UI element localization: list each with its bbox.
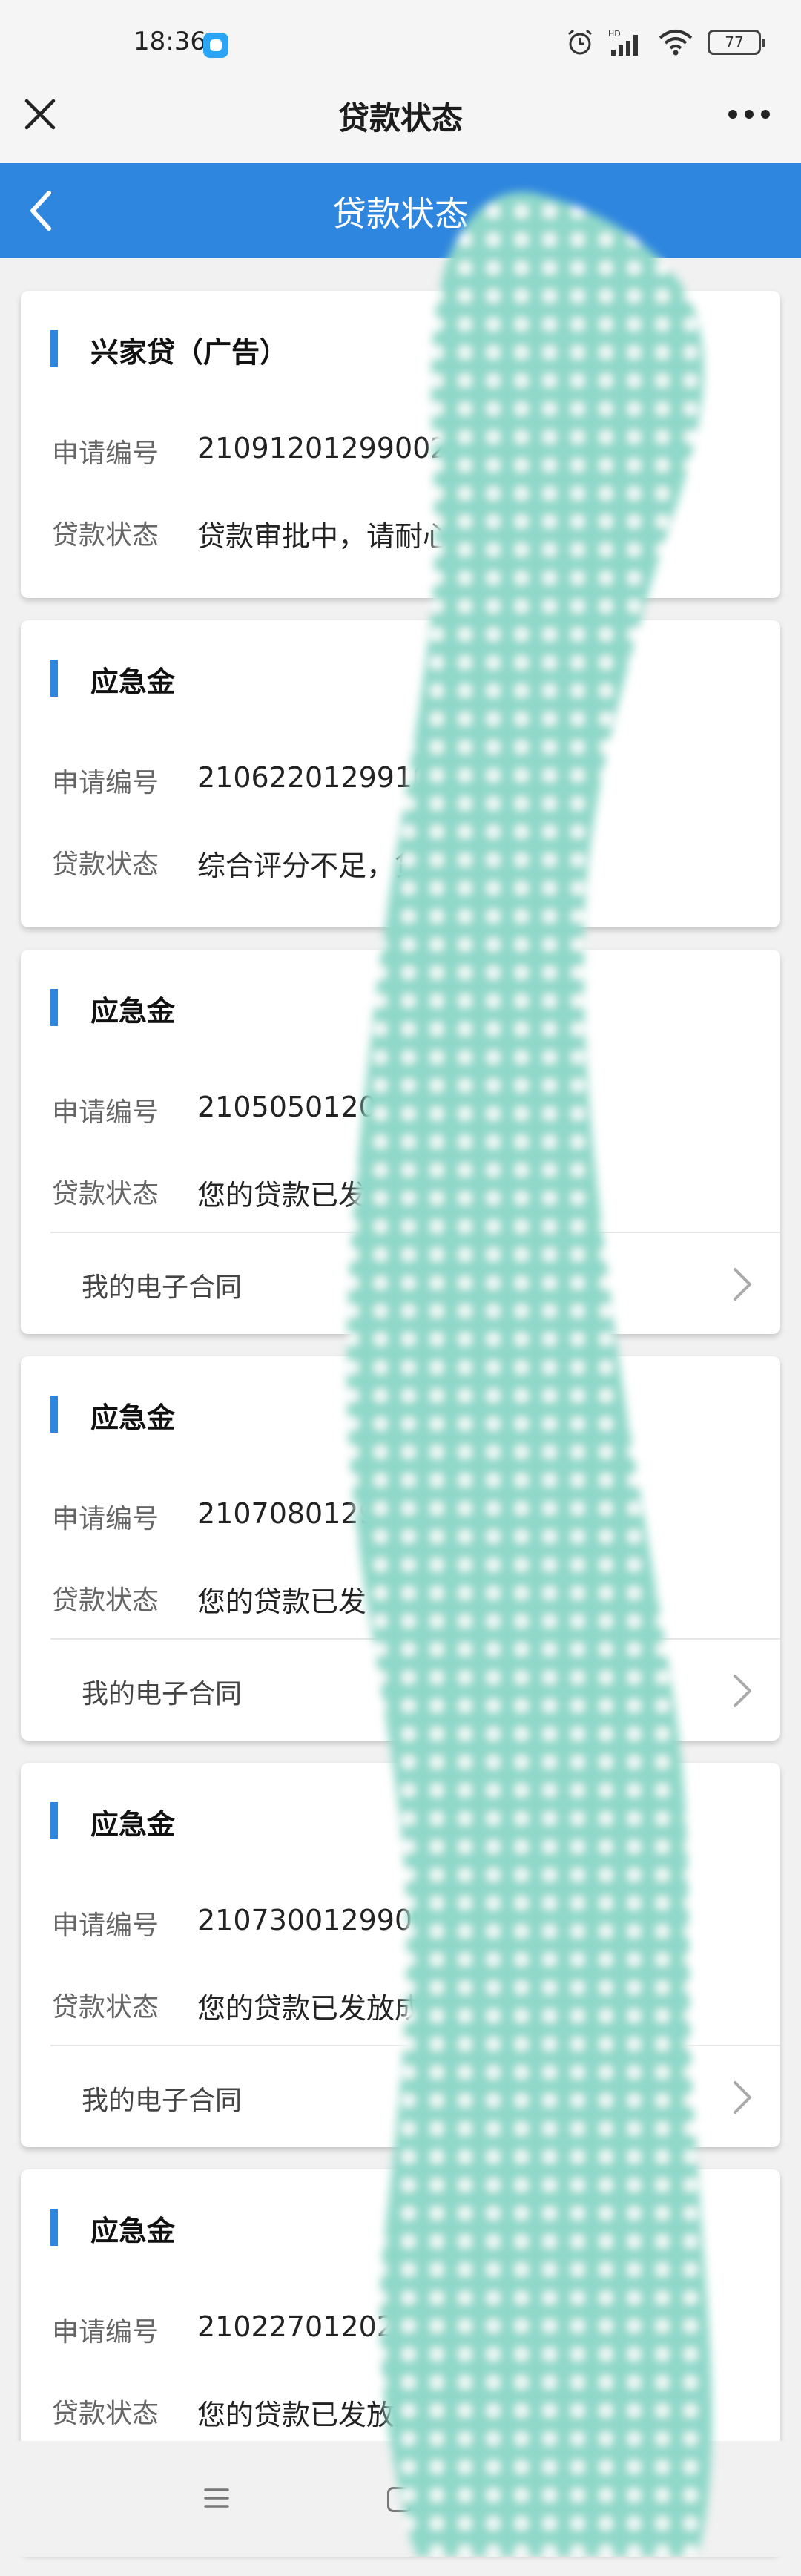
contract-link[interactable]: 我的电子合同 [50,1638,780,1741]
application-no-row: 申请编号 21073001299005 [21,1882,780,1963]
card-header: 兴家贷（广告） [21,291,780,410]
loan-status-row: 贷款状态 您的贷款已发放成功 [21,1963,780,2045]
loan-status-value: 综合评分不足，贷 [197,850,423,882]
hd-signal-icon: HD [608,29,638,56]
field-label: 申请编号 [52,768,159,798]
loan-status-value: 您的贷款已发放成功 [197,2399,452,2431]
application-no-row: 申请编号 2106220129910010 [21,739,780,821]
loan-card: 应急金 申请编号 2106220129910010 贷款状态 综合评分不足，贷 [21,620,780,927]
battery-level: 77 [725,33,744,51]
loan-card-list: 兴家贷（广告） 申请编号 21091201299002010 贷款状态 贷款审批… [21,291,780,2576]
accent-bar [50,1396,58,1433]
loan-status-row: 贷款状态 您的贷款已发放成功 [21,2370,780,2451]
accent-bar [50,989,58,1026]
card-title: 应急金 [90,995,176,1028]
accent-bar [50,330,58,367]
accent-bar [50,1802,58,1839]
system-nav-bar [0,2441,801,2557]
card-title: 应急金 [90,2215,176,2247]
contract-link[interactable]: 我的电子合同 [50,2045,780,2147]
card-title: 应急金 [90,1808,176,1841]
loan-status-row: 贷款状态 您的贷款已发放 [21,1150,780,1232]
card-title: 应急金 [90,1402,176,1434]
loan-status-value: 贷款审批中，请耐心等 [197,520,480,553]
card-header: 应急金 [21,2169,780,2288]
loan-status-value: 您的贷款已发 [197,1586,367,1618]
application-no-row: 申请编号 210505012021001 [21,1068,780,1150]
field-label: 申请编号 [52,1097,159,1128]
app-notification-icon [203,33,228,58]
card-header: 应急金 [21,1763,780,1882]
loan-card: 应急金 申请编号 21073001299005 贷款状态 您的贷款已发放成功 我… [21,1763,780,2147]
loan-status-row: 贷款状态 您的贷款已发 [21,1557,780,1638]
application-no-value: 210505012021001 [197,1091,467,1123]
field-label: 贷款状态 [52,1179,159,1209]
loan-card: 应急金 申请编号 210505012021001 贷款状态 您的贷款已发放 我的… [21,950,780,1334]
loan-card: 兴家贷（广告） 申请编号 21091201299002010 贷款状态 贷款审批… [21,291,780,598]
application-no-value: 21091201299002010 [197,432,503,464]
wifi-icon [659,30,693,56]
loan-status-value: 您的贷款已发放 [197,1179,395,1212]
svg-text:HD: HD [608,29,621,39]
field-label: 申请编号 [52,1910,159,1941]
field-label: 申请编号 [52,2317,159,2347]
chevron-right-icon [734,1675,751,1707]
application-no-value: 2106220129910010 [197,761,484,794]
field-label: 贷款状态 [52,520,159,551]
accent-bar [50,2209,58,2246]
battery-icon: 77 [708,30,765,55]
field-label: 贷款状态 [52,1586,159,1616]
card-title: 应急金 [90,666,176,698]
field-label: 贷款状态 [52,2399,159,2429]
application-no-row: 申请编号 21091201299002010 [21,410,780,491]
field-label: 贷款状态 [52,850,159,880]
card-header: 应急金 [21,950,780,1068]
card-padding [21,573,780,598]
menu-icon[interactable] [203,2487,230,2509]
webview-title: 贷款状态 [337,100,463,137]
application-no-row: 申请编号 2107080129 WZK [21,1475,780,1557]
application-no-value: 21073001299005 [197,1904,449,1936]
status-icons: HD 77 [565,25,765,59]
page-title: 贷款状态 [332,194,469,234]
application-no-row: 申请编号 210227012021001 [21,2288,780,2370]
chevron-right-icon [734,1268,751,1301]
card-title: 兴家贷（广告） [90,336,289,369]
field-label: 贷款状态 [52,1992,159,2023]
alarm-icon [568,29,592,55]
field-label: 申请编号 [52,1504,159,1534]
home-icon[interactable] [387,2487,412,2512]
loan-status-row: 贷款状态 综合评分不足，贷 [21,821,780,902]
card-header: 应急金 [21,620,780,739]
more-icon[interactable] [728,110,770,120]
loan-status-value: 您的贷款已发放成功 [197,1992,452,2025]
contract-label: 我的电子合同 [82,1679,243,1709]
accent-bar [50,660,58,697]
card-header: 应急金 [21,1356,780,1475]
card-padding [21,902,780,927]
application-no-value: 2107080129 WZK [197,1497,452,1530]
contract-label: 我的电子合同 [82,2086,243,2116]
application-no-value: 210227012021001 [197,2310,467,2343]
contract-label: 我的电子合同 [82,1272,243,1303]
app-header: 贷款状态 [0,163,801,258]
loan-card: 应急金 申请编号 2107080129 WZK 贷款状态 您的贷款已发 我的电子… [21,1356,780,1741]
field-label: 申请编号 [52,438,159,469]
back-icon[interactable] [571,2484,596,2514]
loan-status-row: 贷款状态 贷款审批中，请耐心等 [21,491,780,573]
status-time: 18:36 [134,27,206,56]
contract-link[interactable]: 我的电子合同 [50,1232,780,1334]
webview-header: 贷款状态 [0,71,801,163]
chevron-right-icon [734,2081,751,2114]
